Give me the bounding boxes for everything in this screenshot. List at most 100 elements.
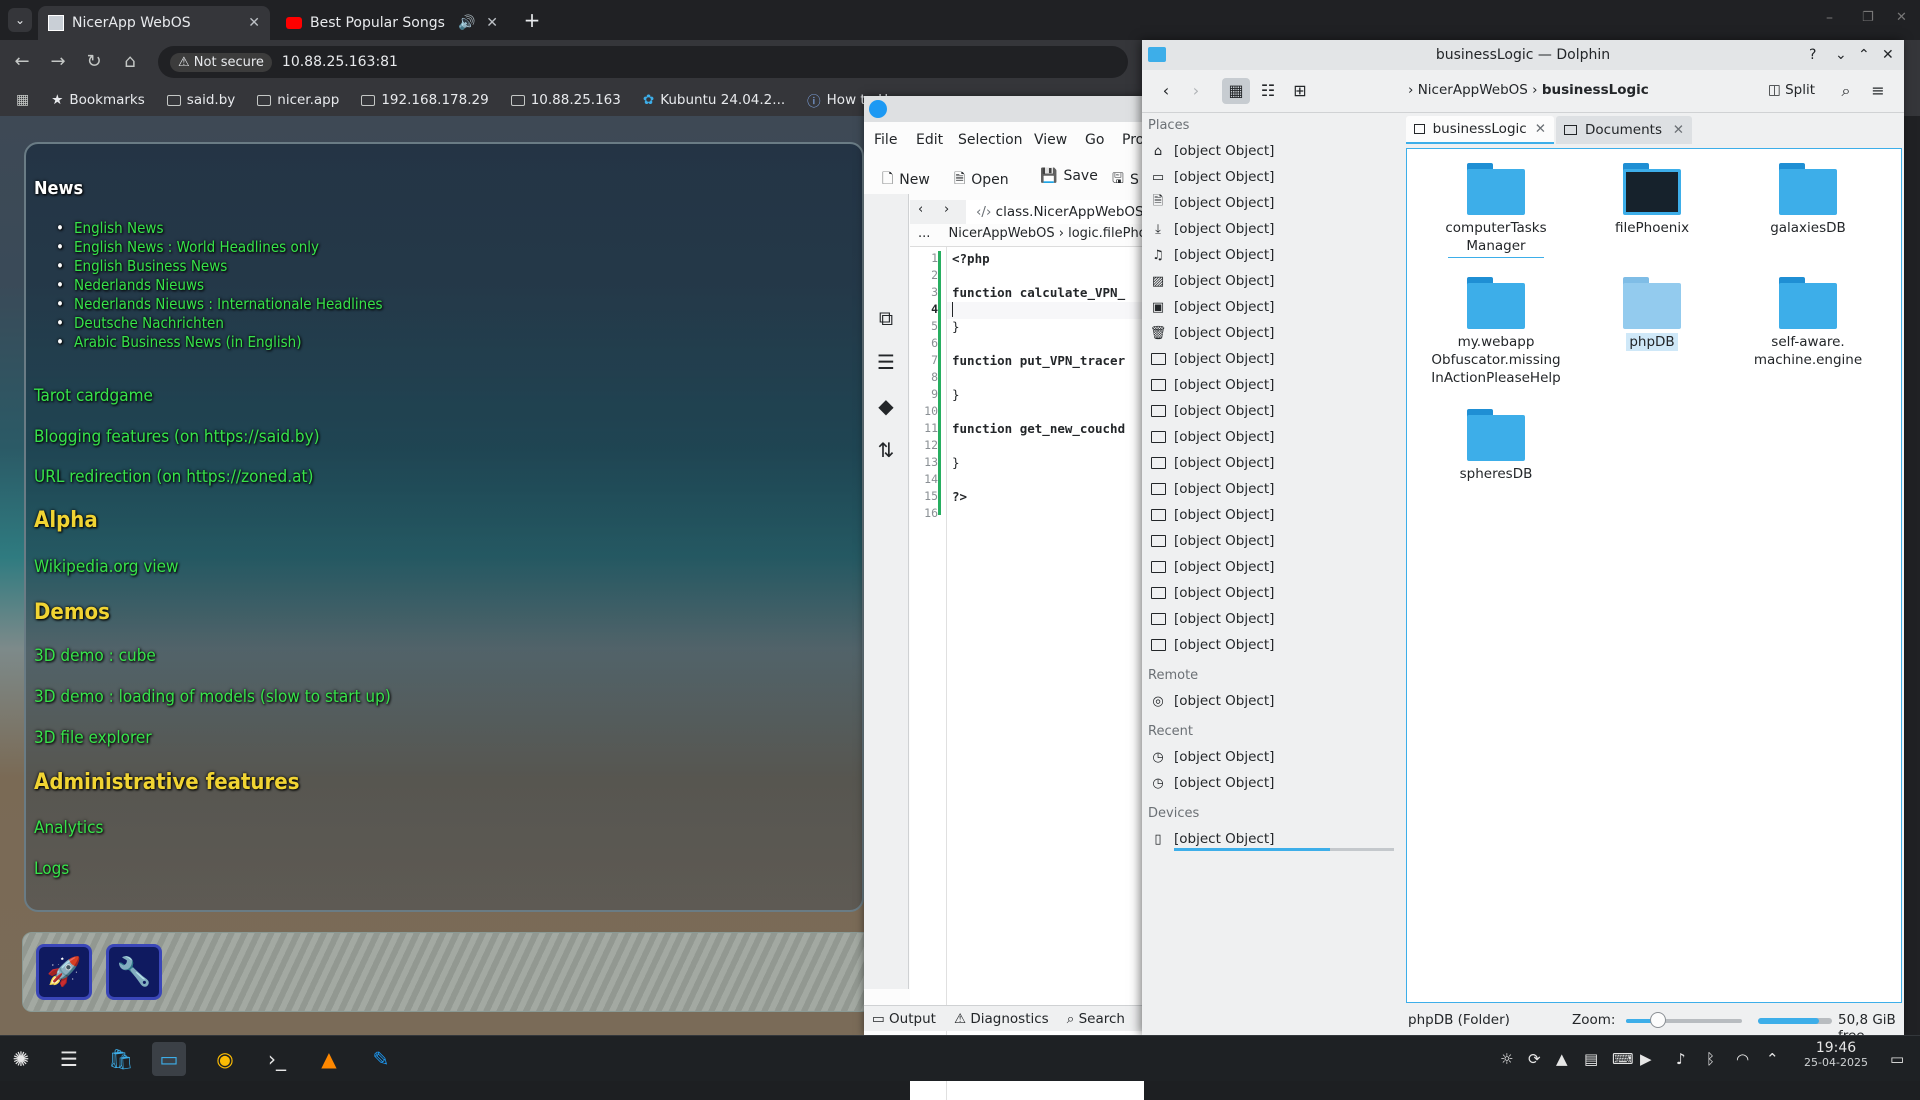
app-launcher-icon[interactable]: ✺: [4, 1042, 38, 1076]
places-item[interactable]: [object Object]: [1150, 374, 1274, 396]
news-link[interactable]: Arabic Business News (in English): [56, 333, 302, 351]
forward-arrow-icon[interactable]: →: [46, 50, 70, 74]
bookmark-item[interactable]: ★ Bookmarks: [51, 92, 145, 108]
folder-item[interactable]: my.webapp Obfuscator.missing InActionPleas…: [1431, 277, 1561, 387]
clock[interactable]: 19:46 25-04-2025: [1792, 1040, 1880, 1069]
close-tab-icon[interactable]: ✕: [1673, 122, 1684, 138]
folder-item[interactable]: phpDB: [1587, 277, 1717, 351]
clipboard-icon[interactable]: ▤: [1584, 1050, 1598, 1068]
places-item[interactable]: ♫ [object Object]: [1150, 244, 1274, 266]
folder-item[interactable]: filePhoenix: [1587, 163, 1717, 237]
dolphin-task-icon[interactable]: ▭: [152, 1042, 186, 1076]
browser-tab-nicerapp[interactable]: NicerApp WebOS ✕: [38, 6, 270, 40]
places-item[interactable]: ◷ [object Object]: [1150, 772, 1274, 794]
maximize-icon[interactable]: ❐: [1862, 10, 1874, 25]
places-item[interactable]: [object Object]: [1150, 582, 1274, 604]
keyboard-icon[interactable]: ⌨: [1612, 1050, 1634, 1068]
tree-view-icon[interactable]: ⊞: [1286, 78, 1314, 104]
news-link[interactable]: English News : World Headlines only: [56, 238, 319, 256]
places-item[interactable]: 🗑 [object Object]: [1150, 322, 1275, 344]
zoom-slider[interactable]: [1626, 1012, 1742, 1028]
show-desktop-icon[interactable]: ▭: [1890, 1050, 1904, 1068]
discover-store-icon[interactable]: 🛍: [104, 1042, 138, 1076]
analytics-link[interactable]: Analytics: [34, 818, 103, 838]
open-file-button[interactable]: 🗎 Open: [954, 168, 1009, 192]
breadcrumb-item[interactable]: NicerAppWebOS: [949, 226, 1055, 241]
menu-projects[interactable]: Pro: [1122, 132, 1144, 148]
new-tab-button[interactable]: +: [520, 8, 544, 32]
places-item[interactable]: [object Object]: [1150, 426, 1274, 448]
places-item[interactable]: ▭ [object Object]: [1150, 166, 1275, 188]
apps-grid-icon[interactable]: ▦: [16, 92, 29, 108]
folder-item[interactable]: galaxiesDB: [1743, 163, 1873, 237]
vlc-tray-icon[interactable]: ▲: [1556, 1050, 1568, 1068]
places-item[interactable]: ▨ [object Object]: [1150, 270, 1275, 292]
bookmark-item[interactable]: 192.168.178.29: [361, 92, 489, 108]
close-tab-icon[interactable]: ✕: [486, 15, 498, 31]
tray-expand-icon[interactable]: ⌃: [1766, 1050, 1779, 1068]
places-item[interactable]: ⤓ [object Object]: [1150, 218, 1274, 240]
places-item[interactable]: [object Object]: [1150, 504, 1274, 526]
blogging-link[interactable]: Blogging features (on https://said.by): [34, 427, 320, 447]
folder-item[interactable]: self-aware. machine.engine: [1743, 277, 1873, 369]
maximize-icon[interactable]: ⌃: [1858, 40, 1870, 70]
home-icon[interactable]: ⌂: [118, 50, 142, 74]
help-icon[interactable]: ?: [1809, 40, 1816, 70]
tab-documents[interactable]: Documents ✕: [1556, 116, 1692, 144]
icons-view-icon[interactable]: ▦: [1222, 78, 1250, 104]
places-item[interactable]: 🗎 [object Object]: [1150, 192, 1275, 214]
pager-icon[interactable]: ☰: [52, 1042, 86, 1076]
reload-icon[interactable]: ↻: [82, 50, 106, 74]
browser-tab-youtube[interactable]: Best Popular Songs 202 🔊 ✕: [276, 6, 508, 40]
logs-link[interactable]: Logs: [34, 859, 69, 879]
chevron-down-icon[interactable]: ⌄: [1835, 40, 1847, 70]
tab-list-dropdown[interactable]: ⌄: [8, 8, 32, 32]
updates-icon[interactable]: ⟳: [1528, 1050, 1541, 1068]
menu-file[interactable]: File: [874, 132, 897, 148]
news-link[interactable]: Deutsche Nachrichten: [56, 314, 224, 332]
breadcrumb-item[interactable]: logic.filePhoe: [1068, 226, 1144, 241]
breadcrumb-item[interactable]: ...: [918, 226, 930, 241]
save-as-button[interactable]: 🖫 S: [1112, 168, 1139, 192]
kate-task-icon[interactable]: ✎: [364, 1042, 398, 1076]
url-redirection-link[interactable]: URL redirection (on https://zoned.at): [34, 467, 313, 487]
symbols-panel-icon[interactable]: ☰: [874, 350, 898, 374]
back-arrow-icon[interactable]: ←: [10, 50, 34, 74]
not-secure-badge[interactable]: ⚠ Not secure: [170, 52, 272, 72]
places-item[interactable]: [object Object]: [1150, 452, 1274, 474]
close-window-icon[interactable]: ✕: [1896, 10, 1907, 25]
back-icon[interactable]: ‹: [1152, 78, 1180, 104]
new-file-button[interactable]: 🗋 New: [882, 168, 930, 192]
tab-back-icon[interactable]: ‹: [918, 202, 923, 217]
diff-panel-icon[interactable]: ⇅: [874, 438, 898, 462]
hamburger-menu-icon[interactable]: ≡: [1864, 78, 1892, 104]
bookmark-item[interactable]: ✿ Kubuntu 24.04.2...: [643, 92, 785, 108]
code-editor[interactable]: 1 <?php 2 3 function calculate_VPN_ 4 5} 6 7 func…: [910, 246, 1144, 1100]
demo-cube-link[interactable]: 3D demo : cube: [34, 646, 156, 666]
speaker-icon[interactable]: 🔊: [458, 15, 475, 31]
rocket-app-icon[interactable]: 🚀: [36, 944, 92, 1000]
bookmark-item[interactable]: 10.88.25.163: [510, 92, 621, 108]
menu-selection[interactable]: Selection: [958, 132, 1023, 148]
places-item[interactable]: ◷ [object Object]: [1150, 746, 1274, 768]
tab-forward-icon[interactable]: ›: [944, 202, 949, 217]
minimize-icon[interactable]: –: [1826, 10, 1833, 26]
tools-app-icon[interactable]: 🔧: [106, 944, 162, 1000]
news-link[interactable]: Nederlands Nieuws: [56, 276, 204, 294]
output-tab[interactable]: ▭ Output: [872, 1011, 936, 1027]
details-view-icon[interactable]: ☷: [1254, 78, 1282, 104]
places-item[interactable]: [object Object]: [1150, 478, 1274, 500]
close-tab-icon[interactable]: ✕: [248, 15, 260, 31]
split-button[interactable]: ◫ Split: [1768, 82, 1815, 98]
save-file-button[interactable]: 💾 Save: [1040, 168, 1098, 184]
location-breadcrumb[interactable]: › NicerAppWebOS › businessLogic: [1408, 82, 1649, 98]
menu-view[interactable]: View: [1034, 132, 1067, 148]
demo-models-link[interactable]: 3D demo : loading of models (slow to sta…: [34, 687, 391, 707]
news-link[interactable]: Nederlands Nieuws : Internationale Headl…: [56, 295, 383, 313]
volume-icon[interactable]: ♪: [1676, 1050, 1686, 1068]
bookmark-item[interactable]: said.by: [166, 92, 235, 108]
file-explorer-link[interactable]: 3D file explorer: [34, 728, 152, 748]
bookmark-item[interactable]: nicer.app: [257, 92, 339, 108]
wikipedia-link[interactable]: Wikipedia.org view: [34, 557, 179, 577]
places-item[interactable]: [object Object]: [1150, 348, 1274, 370]
